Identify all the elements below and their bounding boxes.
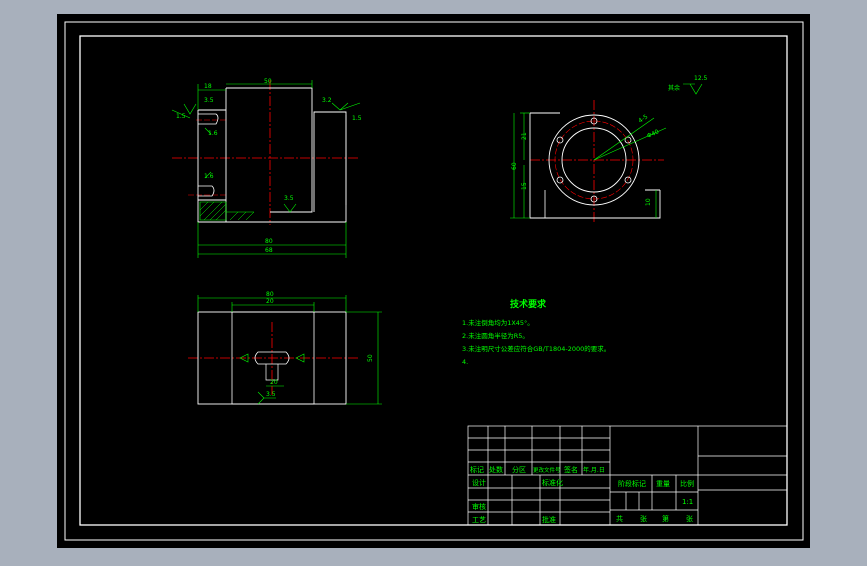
front-dim-inner-bottom: 3.5 — [284, 195, 294, 202]
front-dim-top-small: 18 — [204, 83, 212, 90]
tb-header-mark: 标记 — [470, 465, 484, 474]
tb-header-sign: 签名 — [564, 465, 578, 474]
tb-ratio-label: 比例 — [680, 479, 694, 488]
front-dim-right-side: 1.5 — [352, 115, 362, 122]
front-dim-right-top: 3.2 — [322, 97, 332, 104]
front-dim-top-wide: 50 — [264, 78, 272, 85]
tb-row-design: 设计 — [472, 478, 486, 487]
tb-row-approve: 批准 — [542, 515, 556, 524]
tb-row-review: 审核 — [472, 502, 486, 511]
drawing-canvas[interactable]: 18 50 3.5 1.6 1.5 1.6 3.2 1.5 3.5 80 68 — [0, 0, 867, 562]
tb-row-standard: 标准化 — [542, 478, 563, 487]
requirements-title: 技术要求 — [510, 298, 547, 310]
requirement-item-4: 4. — [462, 358, 468, 366]
tb-header-change-doc: 更改文件号 — [533, 466, 561, 474]
surface-mark-label: 其余 — [668, 84, 680, 92]
top-dim-width-outer: 80 — [266, 291, 274, 298]
requirement-item-1: 1.未注倒角均为1X45°。 — [462, 318, 534, 327]
front-dim-left-lower: 1.6 — [204, 173, 214, 180]
tb-sheets-total: 共 — [616, 514, 623, 523]
side-dim-lower: 15 — [521, 182, 528, 190]
front-dim-overall: 68 — [265, 247, 273, 254]
top-roughness: 3.5 — [266, 391, 276, 398]
tb-header-count: 处数 — [489, 465, 503, 474]
tb-ratio-value: 1:1 — [682, 498, 693, 506]
tb-stage-mark: 阶段标记 — [618, 479, 646, 488]
tb-header-date: 年.月.日 — [583, 466, 605, 474]
side-dim-upper: 21 — [521, 132, 528, 140]
tb-sheets-no: 第 — [662, 514, 669, 523]
tb-weight: 重量 — [656, 480, 670, 488]
top-dim-height: 50 — [367, 354, 374, 362]
side-dim-base: 10 — [645, 198, 652, 206]
front-dim-overall-inner: 80 — [265, 238, 273, 245]
front-dim-left-slot2: 1.6 — [208, 130, 218, 137]
front-dim-left-side: 1.5 — [176, 113, 186, 120]
tb-row-process: 工艺 — [472, 516, 486, 524]
top-dim-width-inner: 20 — [266, 298, 274, 305]
front-dim-slot-top: 3.5 — [204, 97, 214, 104]
top-dim-slot-width: 20 — [270, 379, 278, 386]
surface-mark-value: 12.5 — [694, 75, 708, 82]
drawing-sheet — [57, 14, 810, 548]
tb-sheets-unit1: 张 — [640, 514, 647, 523]
requirement-item-3: 3.未注明尺寸公差应符合GB/T1804-2000的要求。 — [462, 344, 610, 353]
drawing-window: 18 50 3.5 1.6 1.5 1.6 3.2 1.5 3.5 80 68 — [0, 0, 867, 562]
tb-header-zone: 分区 — [512, 465, 526, 474]
tb-sheets-unit2: 张 — [686, 514, 693, 523]
requirement-item-2: 2.未注圆角半径为R5。 — [462, 331, 529, 340]
side-dim-height-total: 60 — [511, 162, 518, 170]
